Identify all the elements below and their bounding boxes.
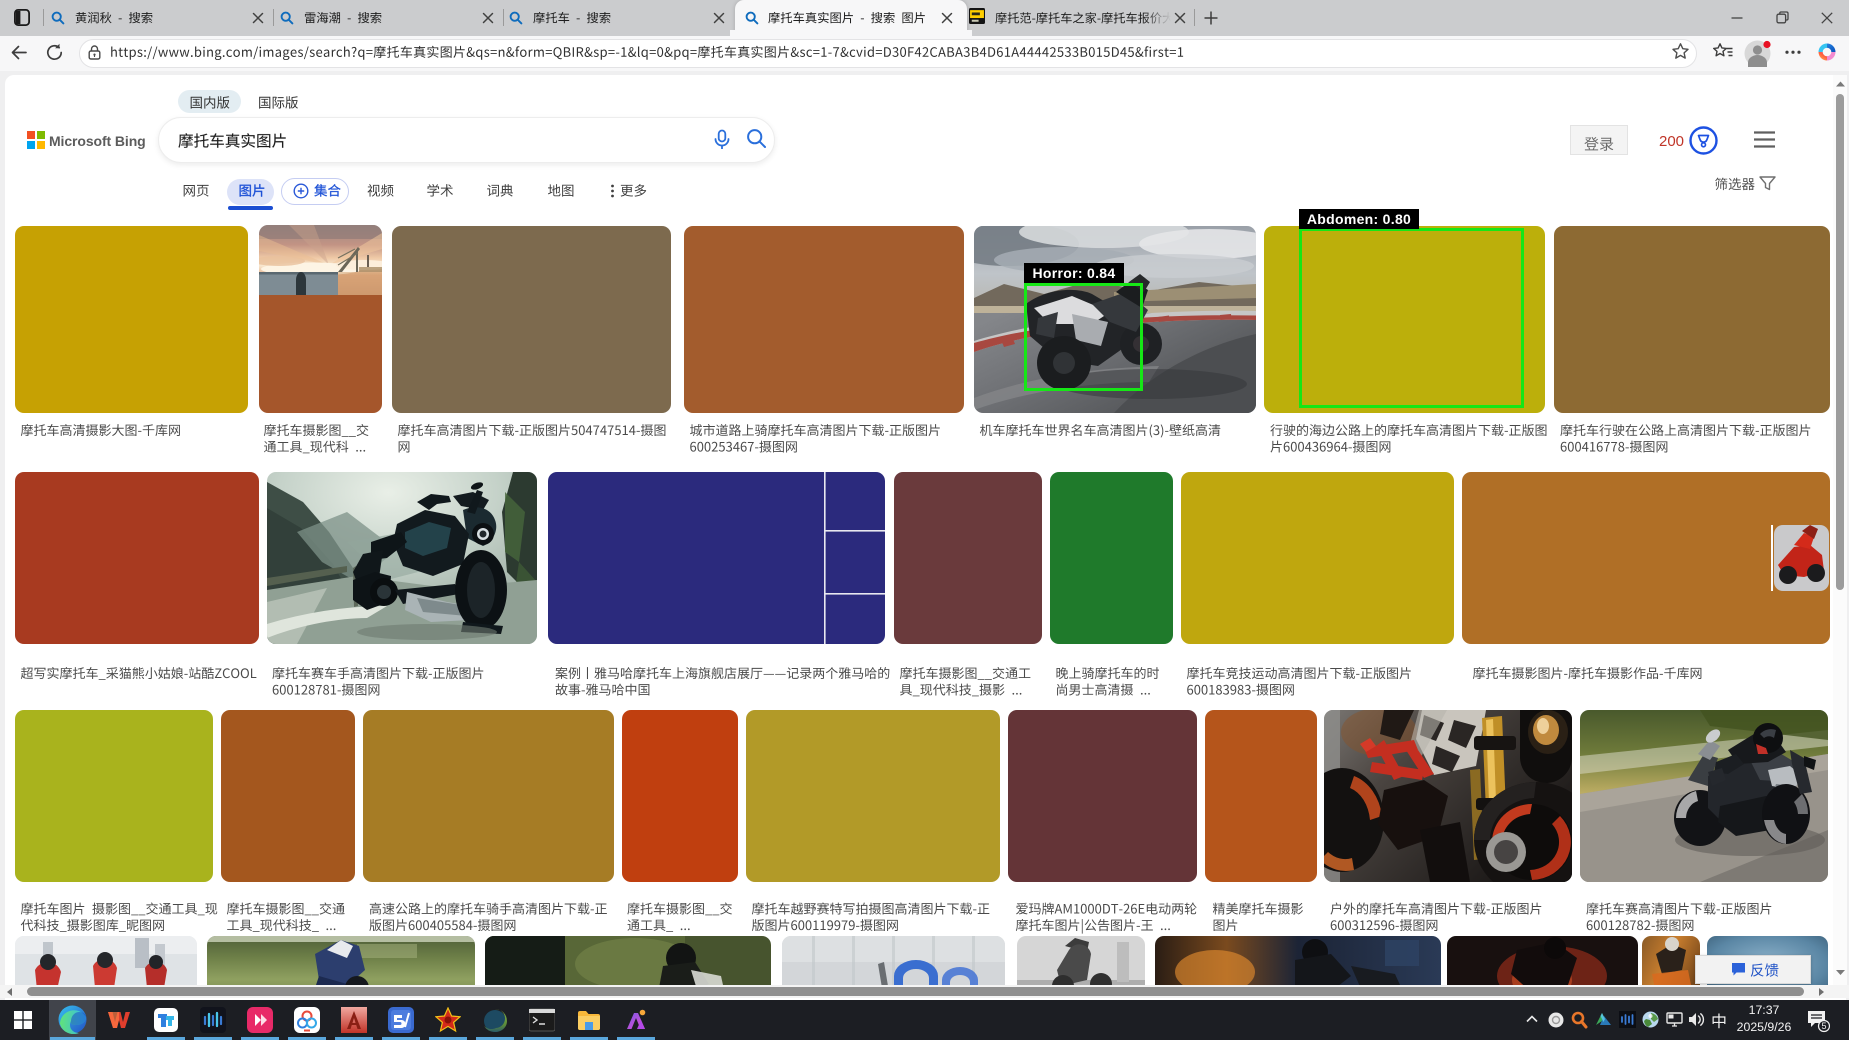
svg-text:5: 5 (1821, 1021, 1826, 1031)
